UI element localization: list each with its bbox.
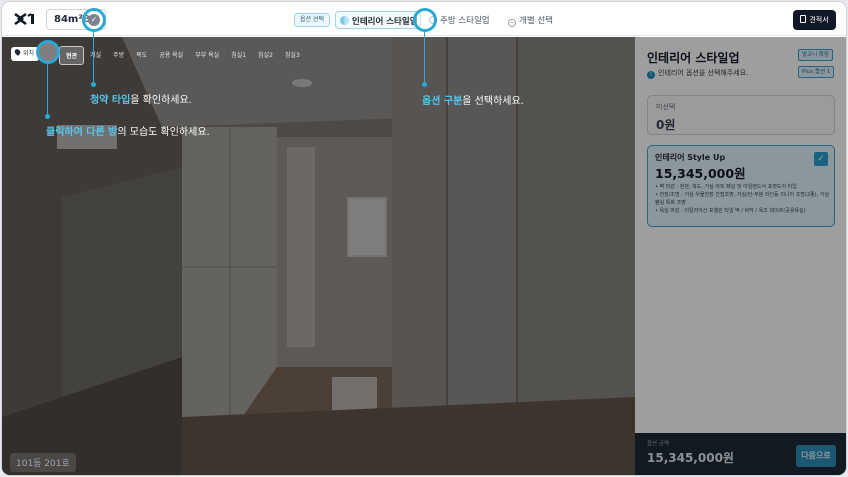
tab-label: 개별 선택	[519, 16, 553, 26]
total-bar: 옵션 금액 15,345,000원 다음으로	[635, 433, 846, 475]
room-tab-kitchen[interactable]: 주방	[107, 46, 130, 65]
guide-text-option: 옵션 구분을 선택하세요.	[422, 96, 524, 107]
tab-label: 주방 스타일업	[440, 16, 490, 26]
quote-label: 견적서	[809, 16, 829, 24]
room-tab-hallway[interactable]: 복도	[130, 46, 153, 65]
option-card-styleup[interactable]: 인테리어 Style Up 15,345,000원 ✓ • 벽 마감 : 현관,…	[647, 145, 835, 227]
option-name: 미선택	[656, 103, 676, 111]
room-tab-bedroom2[interactable]: 침실2	[252, 46, 279, 65]
document-icon	[800, 15, 807, 23]
half-circle-icon	[340, 16, 349, 25]
location-chip[interactable]: 위치	[11, 47, 40, 61]
guide-dot	[422, 82, 427, 87]
option-price: 0원	[656, 118, 676, 132]
room-tab-master-bath[interactable]: 부부 욕실	[189, 46, 225, 65]
guide-highlight-room	[36, 40, 60, 64]
tab-kitchen-styleup[interactable]: 주방 스타일업	[429, 14, 490, 26]
guide-dot	[91, 82, 96, 87]
room-tab-bedroom3[interactable]: 침실3	[279, 46, 306, 65]
option-desc-line: • 욕실 마감 : 이탈리아산 포셀린 타일 벽 / 바닥 / 욕조 데이르(공…	[655, 208, 806, 214]
option-description: • 벽 마감 : 현관, 복도, 거실 아트 패널 및 아일랜드식 포켓도어 타…	[655, 183, 833, 215]
app-window: 84m²B ✓ 옵션 선택 인테리어 스타일업 주방 스타일업 – 개별 선택 견…	[2, 2, 846, 475]
guide-line	[47, 64, 48, 116]
tab-interior-styleup[interactable]: 인테리어 스타일업	[335, 11, 421, 29]
room-tab-common-bath[interactable]: 공용 욕실	[153, 46, 189, 65]
panel-subtitle: ! 인테리어 옵션을 선택해주세요.	[647, 68, 748, 79]
room-tab-living[interactable]: 거실	[84, 46, 107, 65]
tab-label: 인테리어 스타일업	[352, 17, 418, 27]
guide-highlight-type	[82, 8, 106, 32]
room-tab-bedroom1[interactable]: 침실1	[225, 46, 252, 65]
guide-text-room: 클릭하여 다른 방의 모습도 확인하세요.	[46, 127, 210, 138]
brand-logo-icon	[14, 12, 34, 26]
checkbox-checked-icon[interactable]: ✓	[814, 152, 828, 166]
option-name: 인테리어 Style Up	[655, 153, 726, 162]
next-button[interactable]: 다음으로	[796, 445, 836, 467]
option-desc-line: • 천장/조명 : 거실 우물천장 간접조명, 거실/안-부분 라인등 리니어 …	[655, 192, 829, 206]
guide-highlight-option	[413, 8, 437, 32]
room-tab-entrance[interactable]: 현관	[59, 46, 85, 65]
info-icon: !	[647, 71, 655, 79]
option-price: 15,345,000원	[655, 166, 746, 181]
balcony-badge: 발코니 확장	[798, 49, 834, 61]
guide-line	[93, 32, 94, 84]
option-card-none[interactable]: 미선택 0원	[647, 95, 835, 135]
quote-button[interactable]: 견적서	[793, 10, 836, 30]
minus-circle-icon: –	[508, 19, 516, 27]
unit-number-label: 101동 201호	[10, 453, 76, 472]
location-pin-icon	[13, 48, 22, 56]
panel-title: 인테리어 스타일업	[647, 51, 740, 65]
option-select-badge: 옵션 선택	[294, 13, 330, 27]
plus-option-badge: Plus 옵션 1	[798, 66, 835, 78]
guide-text-type: 청약 타입을 확인하세요.	[90, 95, 192, 106]
guide-line	[424, 32, 425, 84]
location-label: 위치	[23, 50, 35, 57]
total-label: 옵션 금액	[647, 441, 669, 447]
tab-individual-select[interactable]: – 개별 선택	[508, 14, 553, 27]
room-tabs: 현관 거실 주방 복도 공용 욕실 부부 욕실 침실1 침실2 침실3	[59, 46, 306, 65]
option-panel: 인테리어 스타일업 ! 인테리어 옵션을 선택해주세요. 발코니 확장 Plus …	[635, 37, 846, 475]
guide-dot	[45, 114, 50, 119]
option-desc-line: • 벽 마감 : 현관, 복도, 거실 아트 패널 및 아일랜드식 포켓도어 타…	[655, 184, 797, 190]
total-amount: 15,345,000원	[647, 451, 734, 465]
